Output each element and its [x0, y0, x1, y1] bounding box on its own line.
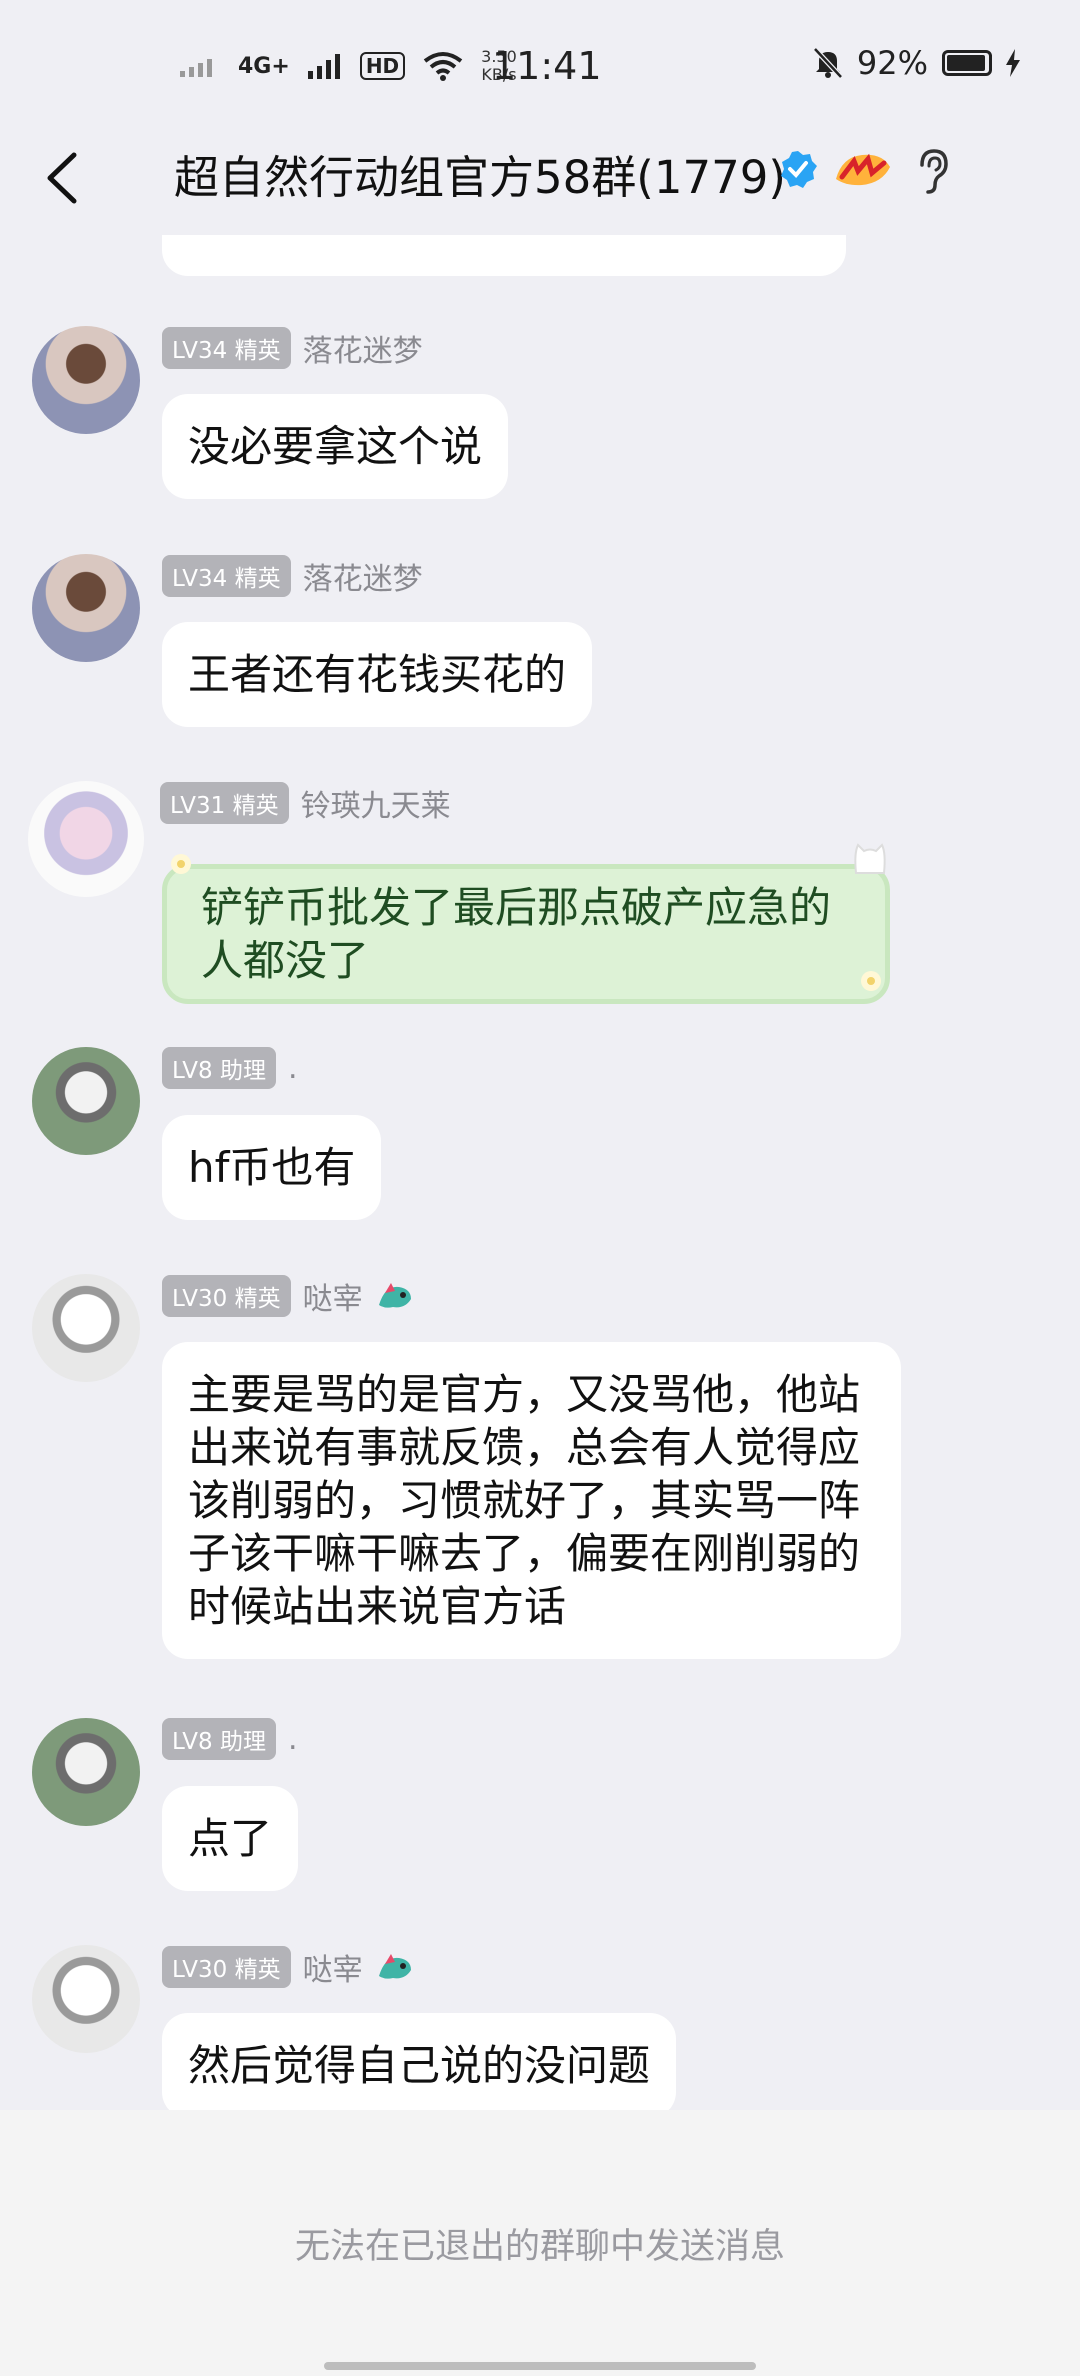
cannot-send-notice: 无法在已退出的群聊中发送消息	[294, 2227, 785, 2267]
back-arrow-icon[interactable]	[34, 143, 94, 213]
brand-badge-icon	[836, 153, 890, 186]
level-badge: LV8 助理	[162, 1047, 276, 1089]
verified-icon	[781, 151, 817, 188]
network-type: 4G+	[238, 53, 290, 79]
message-bubble[interactable]: 然后觉得自己说的没问题	[162, 2013, 677, 2110]
battery-percent: 92%	[856, 44, 928, 82]
message-bubble-themed[interactable]: 铲铲币批发了最后那点破产应急的人都没了	[162, 864, 890, 1004]
battery-icon	[942, 50, 992, 76]
avatar[interactable]	[28, 781, 144, 897]
status-left: 4G+ HD 3.50 KB/s	[180, 48, 517, 84]
level-badge: LV34 精英	[162, 555, 291, 597]
avatar[interactable]	[32, 1945, 140, 2053]
message-bubble[interactable]: hf币也有	[162, 1115, 382, 1220]
level-badge: LV30 精英	[162, 1946, 291, 1988]
status-right: 92%	[813, 44, 1020, 82]
dragon-badge-icon	[378, 1954, 411, 1979]
sender-name[interactable]: 落花迷梦	[303, 326, 423, 370]
chat-message-list[interactable]: LV34 精英 落花迷梦 没必要拿这个说 LV34 精英 落花迷梦 王者还有花钱…	[0, 200, 1080, 2110]
level-badge: LV34 精英	[162, 327, 291, 369]
wifi-icon	[423, 52, 463, 81]
group-title[interactable]: 超自然行动组官方58群(1779)	[174, 141, 786, 206]
sender-name[interactable]: .	[288, 1722, 298, 1757]
sender-name[interactable]: 哒宰	[303, 1945, 363, 1989]
dragon-badge-icon	[378, 1283, 411, 1308]
chat-header: 超自然行动组官方58群(1779)	[0, 125, 1080, 235]
level-badge: LV31 精英	[160, 782, 289, 824]
avatar[interactable]	[32, 326, 140, 434]
mute-icon	[813, 47, 843, 79]
message-bubble[interactable]: 主要是骂的是官方，又没骂他，他站出来说有事就反馈，总会有人觉得应该削弱的，习惯就…	[162, 1342, 901, 1659]
flower-decoration-icon	[171, 854, 191, 874]
ear-icon[interactable]	[912, 147, 952, 195]
signal-icon	[180, 59, 212, 77]
sender-name[interactable]: 落花迷梦	[303, 554, 423, 598]
input-area-disabled: 无法在已退出的群聊中发送消息	[0, 2110, 1080, 2376]
home-indicator[interactable]	[324, 2362, 756, 2370]
avatar[interactable]	[32, 554, 140, 662]
sender-name[interactable]: .	[288, 1051, 298, 1086]
sender-name[interactable]: 哒宰	[303, 1274, 363, 1318]
sender-name[interactable]: 铃瑛九天莱	[301, 781, 451, 825]
message-bubble[interactable]: 没必要拿这个说	[162, 394, 509, 499]
level-badge: LV30 精英	[162, 1275, 291, 1317]
hd-badge: HD	[359, 52, 406, 80]
cat-decoration-icon	[854, 843, 886, 874]
avatar[interactable]	[32, 1274, 140, 1382]
signal-strong-icon	[307, 54, 340, 79]
level-badge: LV8 助理	[162, 1718, 276, 1760]
message-bubble[interactable]: 王者还有花钱买花的	[162, 622, 593, 727]
avatar[interactable]	[32, 1718, 140, 1826]
status-bar: 4G+ HD 3.50 KB/s 11:41 92%	[0, 0, 1080, 130]
flower-decoration-icon	[861, 971, 881, 991]
clock: 11:41	[492, 44, 602, 88]
message-bubble[interactable]: 点了	[162, 1786, 299, 1891]
charging-icon	[1006, 49, 1020, 77]
avatar[interactable]	[32, 1047, 140, 1155]
